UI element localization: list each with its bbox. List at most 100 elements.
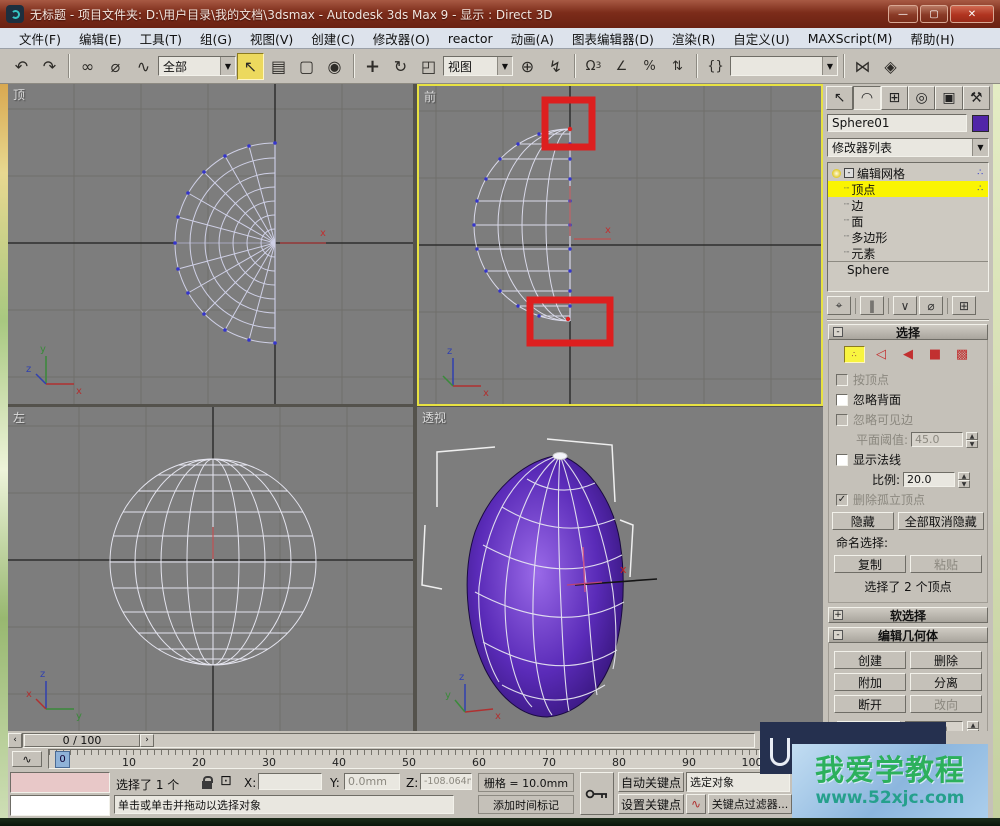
next-frame-icon[interactable]: ›	[140, 734, 154, 747]
menu-help[interactable]: 帮助(H)	[901, 29, 963, 48]
configure-modifier-sets-icon[interactable]: ⊞	[952, 296, 976, 315]
track-bar-frame-handle[interactable]: 0	[55, 751, 70, 768]
menu-tools[interactable]: 工具(T)	[131, 29, 191, 48]
subobject-edge-icon[interactable]: ◁	[871, 346, 892, 363]
hierarchy-tab-icon[interactable]: ⊞	[881, 86, 908, 110]
bulb-icon[interactable]	[832, 169, 841, 178]
stack-face[interactable]: ┈面	[828, 213, 988, 229]
stack-base-sphere[interactable]: Sphere	[828, 261, 988, 277]
modifier-list-dropdown[interactable]: 修改器列表 ▼	[827, 138, 989, 157]
break-button[interactable]: 断开	[834, 695, 906, 713]
collapse-icon[interactable]: -	[833, 327, 843, 337]
rollout-selection-header[interactable]: - 选择	[828, 324, 988, 340]
minimize-button[interactable]: —	[888, 5, 918, 23]
reference-coordsys-dropdown[interactable]: 视图 ▼	[443, 56, 513, 76]
viewport-left[interactable]: 左	[8, 407, 413, 731]
planar-threshold-spinner[interactable]: ▲▼	[966, 432, 978, 448]
spinner-snap-icon[interactable]: ⇅	[664, 53, 691, 80]
menu-views[interactable]: 视图(V)	[241, 29, 302, 48]
align-icon[interactable]: ◈	[877, 53, 904, 80]
stack-polygon[interactable]: ┈多边形	[828, 229, 988, 245]
ignore-visible-edges-checkbox[interactable]	[836, 414, 848, 426]
key-filters-button[interactable]: 关键点过滤器...	[708, 794, 792, 814]
menu-rendering[interactable]: 渲染(R)	[663, 29, 724, 48]
menu-graph-editors[interactable]: 图表编辑器(D)	[563, 29, 663, 48]
bind-spacewarp-icon[interactable]: ∿	[130, 53, 157, 80]
close-button[interactable]: ✕	[950, 5, 994, 23]
keyboard-shortcut-override-key-icon[interactable]	[580, 772, 614, 815]
subobject-element-icon[interactable]: ▩	[952, 346, 973, 363]
create-button[interactable]: 创建	[834, 651, 906, 669]
select-move-icon[interactable]: +	[359, 53, 386, 80]
object-name-field[interactable]: Sphere01	[827, 114, 967, 132]
viewport-front-active[interactable]: 前	[417, 84, 823, 406]
select-by-name-icon[interactable]: ▤	[265, 53, 292, 80]
absolute-offset-icon[interactable]: ⊡	[220, 773, 232, 789]
x-coordinate-field[interactable]	[258, 773, 322, 790]
viewport-perspective[interactable]: 透视	[417, 407, 823, 731]
planar-threshold-field[interactable]: 45.0	[911, 432, 963, 447]
paste-button[interactable]: 粘贴	[910, 555, 982, 573]
normals-scale-field[interactable]: 20.0	[903, 472, 955, 487]
stack-edit-mesh[interactable]: - 编辑网格 ∴	[828, 165, 988, 181]
redo-icon[interactable]: ↷	[36, 53, 63, 80]
set-key-button[interactable]: 设置关键点	[618, 794, 684, 814]
add-time-tag[interactable]: 添加时间标记	[478, 795, 574, 814]
subobject-face-icon[interactable]: ◀	[898, 346, 919, 363]
subobject-vertex-icon[interactable]: ∴	[844, 346, 865, 363]
unlink-icon[interactable]: ⌀	[102, 53, 129, 80]
undo-icon[interactable]: ↶	[8, 53, 35, 80]
delete-button[interactable]: 删除	[910, 651, 982, 669]
attach-button[interactable]: 附加	[834, 673, 906, 691]
rollout-edit-geometry-header[interactable]: - 编辑几何体	[828, 627, 988, 643]
chevron-down-icon[interactable]: ▼	[497, 57, 512, 75]
collapse-icon[interactable]: -	[844, 168, 854, 178]
maximize-button[interactable]: ▢	[920, 5, 948, 23]
select-object-icon[interactable]: ↖	[237, 53, 264, 80]
menu-animation[interactable]: 动画(A)	[502, 29, 563, 48]
menu-file[interactable]: 文件(F)	[10, 29, 70, 48]
stack-vertex-selected[interactable]: ┈顶点 ∴	[828, 181, 988, 197]
remove-modifier-icon[interactable]: ⌀	[919, 296, 943, 315]
time-slider-button[interactable]: 0 / 100	[24, 734, 140, 747]
select-scale-icon[interactable]: ◰	[415, 53, 442, 80]
motion-tab-icon[interactable]: ◎	[908, 86, 935, 110]
time-slider-track[interactable]: 0 / 100 ›	[22, 733, 755, 748]
menu-maxscript[interactable]: MAXScript(M)	[799, 31, 902, 46]
named-selection-sets-icon[interactable]: {}	[702, 53, 729, 80]
normals-scale-spinner[interactable]: ▲▼	[958, 472, 970, 488]
select-manipulate-icon[interactable]: ↯	[542, 53, 569, 80]
y-coordinate-field[interactable]: 0.0mm	[344, 773, 400, 790]
pin-stack-icon[interactable]: ⌖	[827, 296, 851, 315]
copy-button[interactable]: 复制	[834, 555, 906, 573]
delete-isolated-vertices-checkbox[interactable]: ✓	[836, 494, 848, 506]
window-crossing-icon[interactable]: ◉	[321, 53, 348, 80]
link-icon[interactable]: ∞	[74, 53, 101, 80]
open-mini-curve-editor-icon[interactable]: ∿	[12, 751, 42, 767]
object-color-swatch[interactable]	[972, 115, 989, 132]
menu-edit[interactable]: 编辑(E)	[70, 29, 131, 48]
rollout-soft-selection-header[interactable]: + 软选择	[828, 607, 988, 623]
menu-group[interactable]: 组(G)	[191, 29, 241, 48]
menu-customize[interactable]: 自定义(U)	[724, 29, 798, 48]
named-selection-dropdown[interactable]: ▼	[730, 56, 838, 76]
create-tab-icon[interactable]: ↖	[826, 86, 853, 110]
use-center-icon[interactable]: ⊕	[514, 53, 541, 80]
angle-snap-icon[interactable]: ∠	[608, 53, 635, 80]
collapse-icon[interactable]: -	[833, 630, 843, 640]
key-mode-curve-icon[interactable]: ∿	[686, 794, 706, 814]
maxscript-mini-listener-white[interactable]	[10, 795, 110, 816]
menu-modifiers[interactable]: 修改器(O)	[364, 29, 439, 48]
show-end-result-icon[interactable]: ‖	[860, 296, 884, 315]
stack-element[interactable]: ┈元素	[828, 245, 988, 261]
expand-icon[interactable]: +	[833, 610, 843, 620]
mirror-icon[interactable]: ⋈	[849, 53, 876, 80]
utilities-tab-icon[interactable]: ⚒	[963, 86, 990, 110]
selection-lock-icon[interactable]	[202, 781, 212, 789]
selected-objects-dropdown[interactable]: 选定对象	[686, 772, 790, 792]
chevron-down-icon[interactable]: ▼	[220, 57, 235, 75]
unhide-all-button[interactable]: 全部取消隐藏	[898, 512, 984, 530]
maxscript-mini-listener-pink[interactable]	[10, 772, 110, 793]
by-vertex-checkbox[interactable]	[836, 374, 848, 386]
track-bar-ruler[interactable]: 10 20 30 40 50 60 70 80 90 100 0	[48, 749, 760, 769]
